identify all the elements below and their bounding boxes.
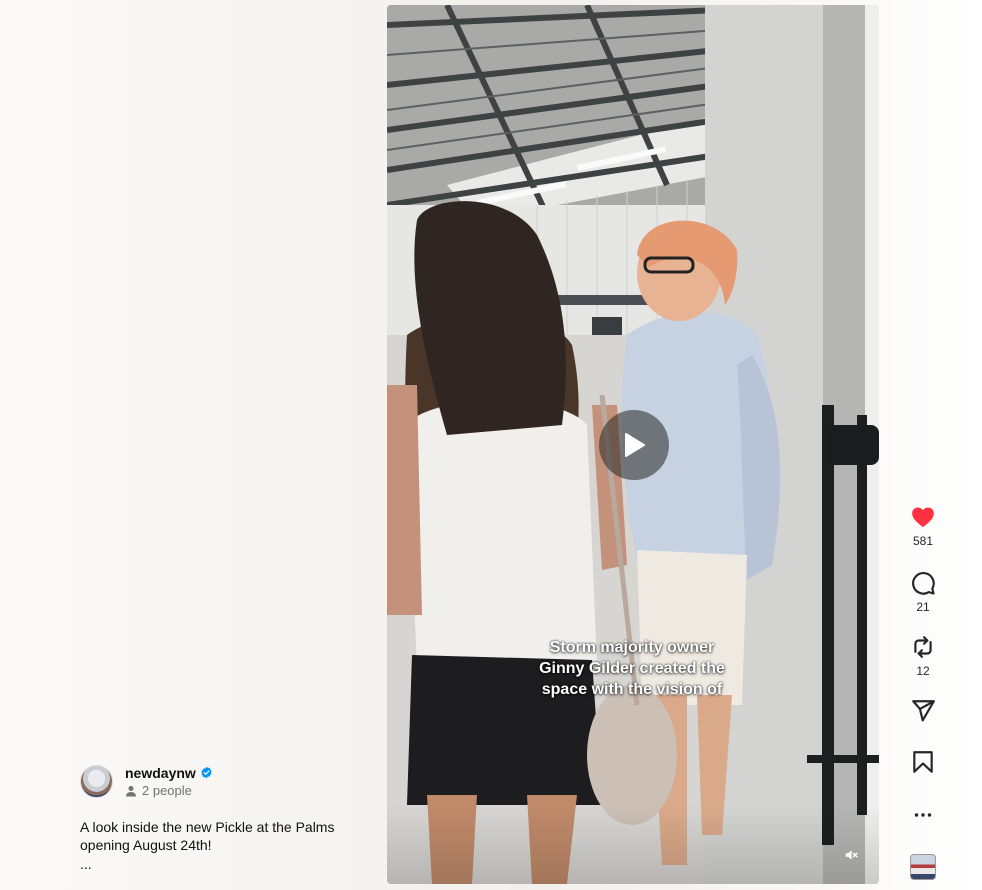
subtitle-line: Ginny Gilder created the [539,660,725,677]
author-row: newdaynw 2 people [80,764,370,798]
repost-icon[interactable] [910,634,936,660]
comment-count[interactable]: 21 [916,600,929,614]
mute-icon [845,850,858,860]
repost-count[interactable]: 12 [916,664,929,678]
play-button[interactable] [599,410,669,480]
collaborators-label: 2 people [142,783,192,798]
share-icon[interactable] [910,698,936,724]
subtitle-line: space with the vision of [541,681,723,698]
audio-thumbnail[interactable] [910,854,936,880]
caption-line: opening August 24th! [80,837,212,853]
more-caption-button[interactable]: ... [80,857,370,871]
repost-action: 12 [898,634,948,678]
username-line: newdaynw [125,764,213,781]
more-icon[interactable] [910,802,936,828]
share-action [898,698,948,724]
bookmark-icon[interactable] [910,749,936,775]
like-action: 581 [898,504,948,548]
author-text: newdaynw 2 people [125,764,213,798]
like-count[interactable]: 581 [913,534,933,548]
caption-line: A look inside the new Pickle at the Palm… [80,819,335,835]
mute-button[interactable] [839,843,863,867]
caption: A look inside the new Pickle at the Palm… [80,818,370,854]
comment-action: 21 [898,570,948,614]
comment-icon[interactable] [910,570,936,596]
video-player[interactable]: Storm majority owner Ginny Gilder create… [387,5,879,884]
heart-icon[interactable] [910,504,936,530]
subtitle-line: Storm majority owner [549,639,715,656]
post-info: newdaynw 2 people A look inside the new … [80,764,370,871]
username[interactable]: newdaynw [125,765,196,781]
play-icon [625,433,645,457]
collaborators[interactable]: 2 people [125,783,213,798]
avatar[interactable] [80,764,113,798]
video-subtitle: Storm majority owner Ginny Gilder create… [507,637,757,700]
save-action [898,749,948,775]
verified-badge-icon [201,766,212,779]
more-action [898,802,948,828]
person-icon [126,785,136,796]
